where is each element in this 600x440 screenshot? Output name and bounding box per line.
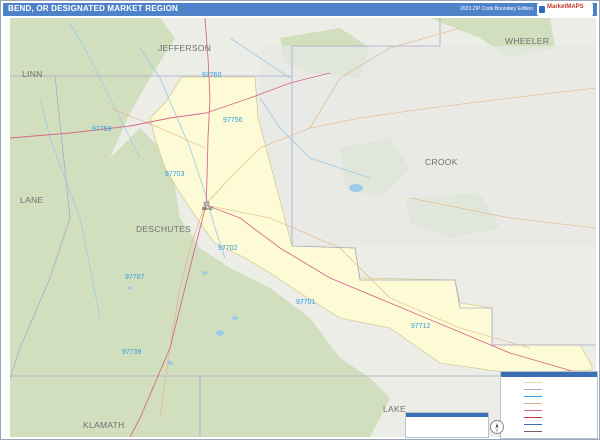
inset-header [406,413,488,417]
logo-icon [539,6,545,13]
county-label-linn: LINN [22,69,43,79]
legend-row-8 [504,429,594,434]
title-bar: BEND, OR DESIGNATED MARKET REGION 2023 Z… [3,3,597,16]
rangeland-east [260,46,596,246]
zip-label-97703: 97703 [165,171,185,178]
zip-label-97759: 97759 [92,126,112,133]
zip-label-97707: 97707 [125,274,145,281]
city-label-bend: Bend [202,206,213,211]
county-label-crook: CROOK [425,157,458,167]
legend-header [501,372,597,377]
county-label-jefferson: JEFFERSON [158,43,212,53]
county-label-klamath: KLAMATH [83,420,125,430]
legend-row-6 [504,415,594,420]
edition-label: 2023 ZIP Code Boundary Edition [459,6,533,12]
county-label-lake: LAKE [383,404,406,414]
zip-label-97712: 97712 [411,323,431,330]
zip-inset-table [405,412,489,438]
legend-row-4 [504,401,594,406]
map-legend [500,371,598,439]
zip-label-97702: 97702 [218,245,238,252]
legend-row-7 [504,422,594,427]
logo-text: MarketMAPS [547,4,584,10]
zip-label-97756: 97756 [223,117,243,124]
legend-row-3 [504,394,594,399]
zip-label-97739: 97739 [122,349,142,356]
legend-row-2 [504,387,594,392]
county-label-deschutes: DESCHUTES [136,224,192,234]
map-frame: BEND, OR DESIGNATED MARKET REGION 2023 Z… [0,0,600,440]
map-title: BEND, OR DESIGNATED MARKET REGION [8,4,179,13]
logo: MarketMAPS [537,3,593,16]
county-label-wheeler: WHEELER [505,36,550,46]
compass-icon [490,420,504,434]
zip-label-97760: 97760 [202,72,222,79]
legend-row-1 [504,380,594,385]
zip-label-97701: 97701 [296,299,316,306]
legend-row-5 [504,408,594,413]
county-label-lane: LANE [20,195,44,205]
